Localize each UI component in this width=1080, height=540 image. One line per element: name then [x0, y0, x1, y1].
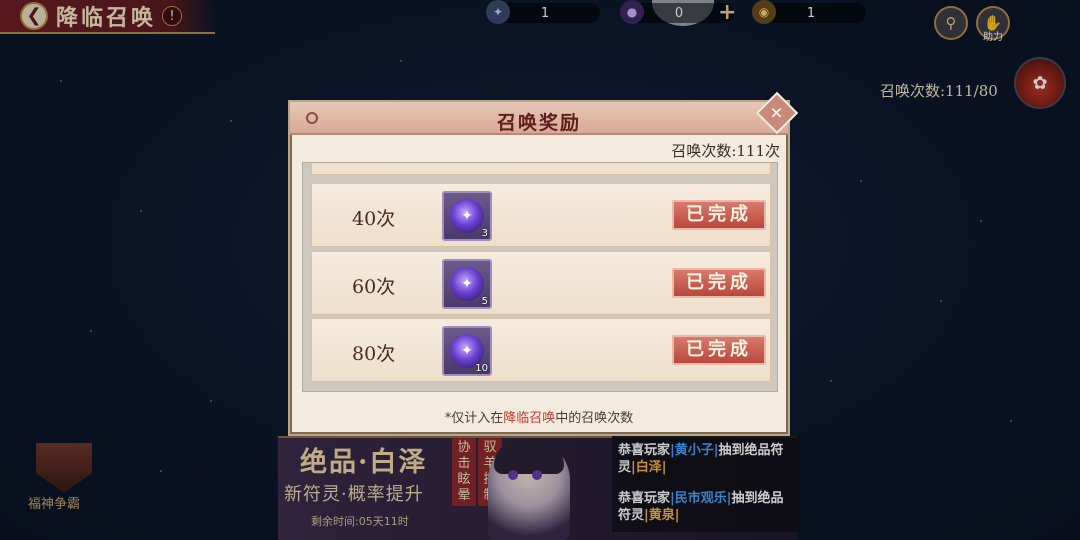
reward-threshold: 80次: [352, 343, 396, 365]
reward-threshold: 60次: [352, 276, 396, 298]
close-icon: ✕: [770, 103, 784, 123]
completed-button[interactable]: 已完成: [672, 335, 766, 365]
reward-threshold: 40次: [352, 208, 396, 230]
reward-list[interactable]: 40次 ✦ 3 已完成 60次 ✦ 5 已完成 80次 ✦ 10 已完成: [302, 162, 778, 392]
modal-footnote: *仅计入在降临召唤中的召唤次数: [290, 407, 788, 426]
reward-item[interactable]: ✦ 10: [442, 326, 492, 376]
reward-row: 40次 ✦ 3 已完成: [311, 183, 771, 247]
reward-row-partial: [311, 163, 771, 175]
modal-title: 召唤奖励: [496, 112, 581, 134]
footnote-text: *仅计入在: [444, 411, 504, 426]
reward-row: 60次 ✦ 5 已完成: [311, 251, 771, 315]
summon-reward-modal: 召唤奖励 ✕ 召唤次数:111次 40次 ✦ 3 已完成 60次 ✦ 5 已完成…: [288, 91, 799, 436]
completed-button[interactable]: 已完成: [672, 200, 766, 230]
completed-button[interactable]: 已完成: [672, 268, 766, 298]
reward-row: 80次 ✦ 10 已完成: [311, 318, 771, 382]
reward-qty: 5: [481, 296, 488, 307]
reward-qty: 3: [481, 228, 488, 239]
reward-item[interactable]: ✦ 5: [442, 259, 492, 309]
footnote-text: 中的召唤次数: [555, 411, 634, 426]
footnote-highlight: 降临召唤: [503, 411, 556, 426]
reward-qty: 10: [475, 363, 488, 374]
modal-summon-count: 召唤次数:111次: [671, 142, 780, 160]
reward-item[interactable]: ✦ 3: [442, 191, 492, 241]
purple-orb-icon: ✦: [450, 199, 484, 233]
purple-orb-icon: ✦: [450, 267, 484, 301]
modal-header: 召唤奖励: [290, 102, 788, 135]
